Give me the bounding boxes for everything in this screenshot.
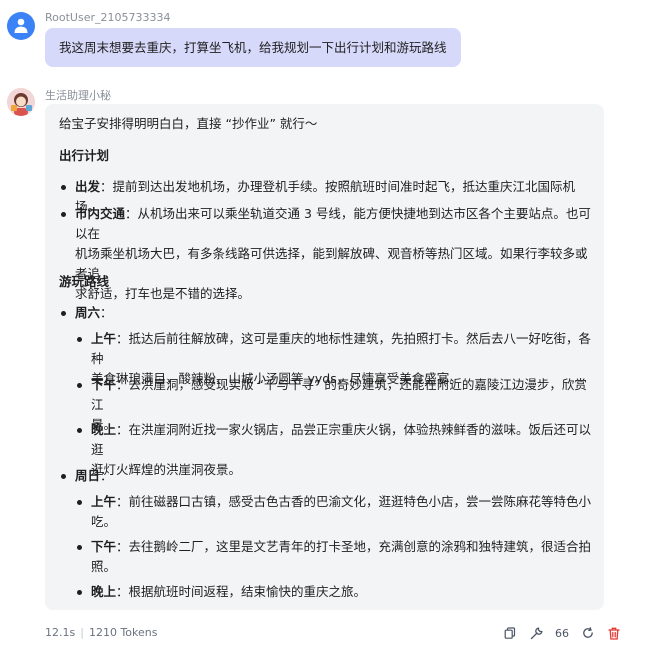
quote-count-button[interactable]: 66 bbox=[549, 624, 575, 642]
assistant-message-bubble: 给宝子安排得明明白白，直接 “抄作业” 就行～ 出行计划 出发：提前到达出发地机… bbox=[45, 104, 604, 610]
message-stats: 12.1s | 1210 Tokens bbox=[45, 626, 158, 639]
list-item: 上午：前往磁器口古镇，感受古色古香的巴渝文化，逛逛特色小店，尝一尝陈麻花等特色小… bbox=[91, 494, 592, 529]
assistant-name: 生活助理小秘 bbox=[45, 89, 111, 102]
bullet bbox=[77, 428, 82, 433]
assistant-avatar-icon bbox=[7, 88, 35, 116]
message-actions: 66 bbox=[497, 624, 627, 642]
regenerate-button[interactable] bbox=[575, 624, 601, 642]
user-icon bbox=[14, 18, 28, 33]
response-time: 12.1s bbox=[45, 626, 76, 639]
delete-button[interactable] bbox=[601, 624, 627, 642]
day-item: 周六： bbox=[75, 305, 113, 320]
list-item: 晚上：根据航班时间返程，结束愉快的重庆之旅。 bbox=[91, 584, 367, 599]
user-name: RootUser_2105733334 bbox=[45, 11, 171, 24]
token-count: 1210 Tokens bbox=[88, 626, 158, 639]
section-title-travel-plan: 出行计划 bbox=[59, 148, 110, 163]
bullet bbox=[77, 383, 82, 388]
bullet bbox=[77, 545, 82, 550]
list-item: 下午：去往鹅岭二厂，这里是文艺青年的打卡圣地，充满创意的涂鸦和独特建筑，很适合拍… bbox=[91, 539, 592, 574]
item-label: 出发 bbox=[75, 179, 101, 194]
list-item: 晚上：在洪崖洞附近找一家火锅店，品尝正宗重庆火锅，体验热辣鲜香的滋味。饭后还可以… bbox=[91, 422, 592, 477]
bullet bbox=[61, 212, 66, 217]
bullet bbox=[77, 337, 82, 342]
tools-button[interactable] bbox=[523, 624, 549, 642]
wrench-icon bbox=[530, 626, 543, 639]
bullet bbox=[77, 590, 82, 595]
section-title-route: 游玩路线 bbox=[59, 274, 110, 289]
day-item: 周日： bbox=[75, 468, 113, 483]
copy-icon bbox=[504, 627, 516, 639]
intro-text: 给宝子安排得明明白白，直接 “抄作业” 就行～ bbox=[59, 116, 318, 131]
quote-count: 66 bbox=[555, 626, 569, 640]
bullet bbox=[77, 500, 82, 505]
user-message-bubble: 我这周末想要去重庆，打算坐飞机，给我规划一下出行计划和游玩路线 bbox=[45, 28, 461, 67]
delete-icon bbox=[608, 627, 620, 640]
bullet bbox=[61, 474, 66, 479]
user-avatar bbox=[7, 12, 35, 40]
message-footer: 12.1s | 1210 Tokens 66 bbox=[45, 624, 633, 642]
bullet bbox=[61, 311, 66, 316]
bullet bbox=[61, 185, 66, 190]
item-label: 市内交通 bbox=[75, 206, 126, 221]
copy-button[interactable] bbox=[497, 624, 523, 642]
refresh-icon bbox=[583, 627, 593, 638]
